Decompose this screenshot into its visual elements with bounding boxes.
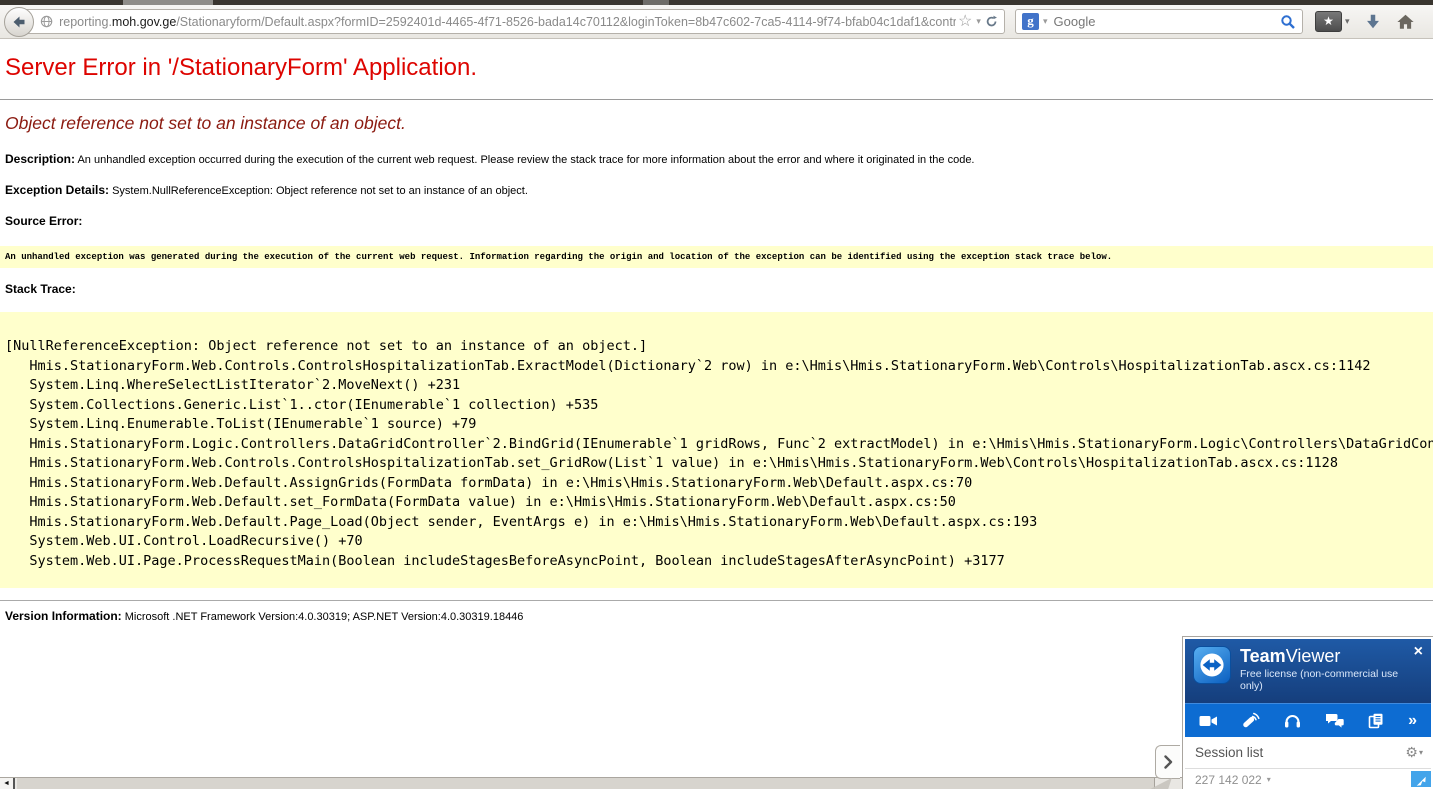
search-engine-caret-icon[interactable]: ▾	[1043, 16, 1048, 27]
teamviewer-title-bold: Team	[1240, 646, 1286, 666]
teamviewer-panel: TeamViewer Free license (non-commercial …	[1183, 637, 1433, 789]
stack-trace-label: Stack Trace:	[5, 282, 1433, 296]
globe-icon	[40, 14, 53, 29]
session-list-row: Session list ⚙ ▾	[1185, 737, 1431, 768]
bookmarks-caret-icon[interactable]: ▾	[1345, 16, 1350, 27]
teamviewer-toolbar: »	[1185, 703, 1431, 737]
gear-caret-icon[interactable]: ▾	[1419, 748, 1423, 757]
more-tools-icon[interactable]: »	[1408, 713, 1417, 729]
source-error-label: Source Error:	[5, 214, 1433, 228]
search-input[interactable]	[1052, 13, 1280, 30]
stack-trace-pre: [NullReferenceException: Object referenc…	[0, 312, 1433, 588]
gear-icon[interactable]: ⚙	[1405, 744, 1418, 761]
exception-label: Exception Details:	[5, 183, 109, 197]
bookmarks-star-icon: ★	[1323, 14, 1334, 28]
session-id-caret-icon[interactable]: ▾	[1267, 775, 1271, 784]
chat-icon[interactable]	[1325, 713, 1344, 728]
error-title: Server Error in '/StationaryForm' Applic…	[5, 53, 1433, 83]
home-icon[interactable]	[1396, 13, 1415, 31]
downloads-icon[interactable]	[1364, 13, 1382, 31]
video-call-icon[interactable]	[1199, 714, 1218, 728]
source-error-box: An unhandled exception was generated dur…	[0, 246, 1433, 268]
bookmark-star-icon[interactable]: ☆	[958, 14, 972, 30]
url-domain: moh.gov.ge	[112, 15, 176, 29]
phone-call-icon[interactable]	[1242, 712, 1260, 729]
back-button[interactable]	[4, 7, 34, 37]
toolbar-buttons: ★ ▾	[1315, 11, 1415, 32]
teamviewer-logo-icon	[1193, 646, 1231, 684]
search-icon[interactable]	[1280, 14, 1296, 30]
connect-button[interactable]	[1411, 771, 1431, 789]
scroll-left-button[interactable]: ◄	[0, 778, 15, 789]
browser-navbar: reporting.moh.gov.ge/Stationaryform/Defa…	[0, 5, 1433, 39]
version-label: Version Information:	[5, 609, 122, 623]
teamviewer-titlebox: TeamViewer Free license (non-commercial …	[1240, 646, 1400, 703]
session-id: 227 142 022	[1195, 773, 1262, 787]
version-text: Microsoft .NET Framework Version:4.0.303…	[125, 611, 524, 623]
description-paragraph: Description: An unhandled exception occu…	[5, 152, 1433, 166]
teamviewer-title-rest: Viewer	[1286, 646, 1341, 666]
session-id-row[interactable]: 227 142 022 ▾	[1185, 768, 1431, 789]
google-engine-icon[interactable]: g	[1022, 13, 1039, 30]
scroll-left-arrow-icon: ◄	[3, 780, 10, 787]
scrollbar-thumb[interactable]	[17, 778, 1155, 789]
url-text[interactable]: reporting.moh.gov.ge/Stationaryform/Defa…	[59, 15, 956, 29]
teamviewer-license: Free license (non-commercial use only)	[1240, 668, 1400, 692]
description-label: Description:	[5, 152, 75, 166]
search-bar[interactable]: g ▾	[1015, 9, 1303, 34]
url-dropdown-caret-icon[interactable]: ▾	[976, 16, 981, 27]
session-list-label: Session list	[1195, 745, 1405, 760]
close-icon[interactable]: ×	[1414, 645, 1423, 659]
connect-arrow-icon	[1415, 775, 1427, 787]
error-subtitle: Object reference not set to an instance …	[5, 111, 1433, 135]
version-paragraph: Version Information: Microsoft .NET Fram…	[5, 609, 1433, 623]
source-error-text: An unhandled exception was generated dur…	[5, 252, 1112, 262]
headset-icon[interactable]	[1284, 713, 1301, 729]
url-subdomain: reporting.	[59, 15, 112, 29]
divider-top	[0, 99, 1433, 100]
chevron-right-icon	[1163, 755, 1173, 769]
reload-icon[interactable]	[985, 14, 998, 29]
exception-paragraph: Exception Details: System.NullReferenceE…	[5, 183, 1433, 197]
stack-trace-box: [NullReferenceException: Object referenc…	[0, 312, 1433, 588]
divider-bottom	[0, 600, 1433, 601]
exception-text: System.NullReferenceException: Object re…	[112, 185, 528, 197]
url-bar[interactable]: reporting.moh.gov.ge/Stationaryform/Defa…	[19, 9, 1005, 34]
url-path: /Stationaryform/Default.aspx?formID=2592…	[176, 15, 956, 29]
arrow-left-icon	[11, 14, 27, 30]
description-text: An unhandled exception occurred during t…	[77, 154, 974, 166]
teamviewer-title: TeamViewer	[1240, 646, 1400, 666]
teamviewer-header: TeamViewer Free license (non-commercial …	[1185, 639, 1431, 703]
teamviewer-collapse-tab[interactable]	[1155, 745, 1180, 779]
file-transfer-icon[interactable]	[1368, 713, 1384, 729]
bookmarks-menu-button[interactable]: ★	[1315, 11, 1342, 32]
